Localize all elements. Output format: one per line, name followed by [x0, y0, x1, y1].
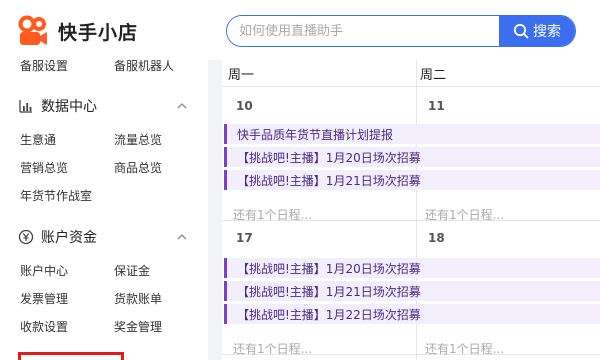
sidebar-section-account-funds[interactable]: 账户资金 — [18, 227, 188, 247]
weekday-header-tuesday: 周二 — [420, 67, 447, 83]
calendar-event[interactable]: 【挑战吧!主播】1月22日场次招募 — [224, 304, 600, 324]
calendar-event[interactable]: 【挑战吧!主播】1月21日场次招募 — [224, 281, 600, 301]
calendar-view: 周一 周二 10 11 快手品质年货节直播计划提报 【挑战吧!主播】1月20日场… — [222, 60, 600, 360]
sidebar-section-data-center[interactable]: 数据中心 — [18, 96, 188, 116]
more-events-link[interactable]: 还有1个日程... — [233, 340, 312, 357]
sidebar-item-deposit[interactable]: 保证金 — [114, 262, 150, 279]
more-events-link[interactable]: 还有1个日程... — [233, 206, 312, 223]
sidebar-item-account-center[interactable]: 账户中心 — [20, 262, 68, 279]
date-cell-number[interactable]: 11 — [428, 99, 445, 113]
calendar-event[interactable]: 快手品质年货节直播计划提报 — [224, 124, 600, 144]
search-button[interactable]: 搜索 — [499, 16, 575, 46]
highlight-box — [18, 352, 124, 360]
top-header: 快手小店 搜索 — [0, 0, 600, 60]
sidebar-item-payment-statement[interactable]: 货款账单 — [114, 290, 162, 307]
calendar-event[interactable]: 【挑战吧!主播】1月20日场次招募 — [224, 258, 600, 278]
yuan-circle-icon — [18, 229, 34, 245]
logo-text: 快手小店 — [58, 21, 139, 44]
date-cell-number[interactable]: 18 — [428, 231, 445, 245]
chart-bar-icon — [18, 98, 34, 114]
sidebar-item-festival-war-room[interactable]: 年货节作战室 — [20, 187, 92, 204]
content-gutter — [208, 60, 222, 360]
sidebar-item-traffic-overview[interactable]: 流量总览 — [114, 131, 162, 148]
sidebar-item-partial-1[interactable]: 备服设置 — [20, 60, 68, 74]
chevron-up-icon — [177, 103, 187, 109]
sidebar-item-shengyitong[interactable]: 生意通 — [20, 131, 56, 148]
date-cell-number[interactable]: 17 — [236, 231, 253, 245]
more-events-link[interactable]: 还有1个日程... — [425, 206, 504, 223]
chevron-up-icon — [177, 234, 187, 240]
search-input[interactable] — [227, 16, 499, 46]
sidebar-item-product-overview[interactable]: 商品总览 — [114, 159, 162, 176]
row-divider — [222, 86, 600, 87]
sidebar-section-title: 账户资金 — [41, 230, 97, 246]
sidebar: 备服设置 备服机器人 数据中心 生意通 流量总览 营销总览 商品总览 年货节作战… — [0, 60, 208, 360]
search-icon — [513, 23, 529, 39]
calendar-event[interactable]: 【挑战吧!主播】1月20日场次招募 — [224, 147, 600, 167]
sidebar-section-title: 数据中心 — [41, 99, 97, 115]
kuaishou-shop-logo[interactable]: 快手小店 — [16, 14, 138, 48]
sidebar-item-collection-settings[interactable]: 收款设置 — [20, 318, 68, 335]
kuaishou-logo-icon — [16, 14, 50, 48]
sidebar-item-bonus-management[interactable]: 奖金管理 — [114, 318, 162, 335]
weekday-header-monday: 周一 — [228, 67, 255, 83]
sidebar-item-invoice-management[interactable]: 发票管理 — [20, 290, 68, 307]
search-button-label: 搜索 — [533, 24, 561, 40]
search-bar: 搜索 — [226, 15, 576, 47]
more-events-link[interactable]: 还有1个日程... — [425, 340, 504, 357]
calendar-event[interactable]: 【挑战吧!主播】1月21日场次招募 — [224, 170, 600, 190]
sidebar-item-marketing-overview[interactable]: 营销总览 — [20, 159, 68, 176]
sidebar-item-partial-2[interactable]: 备服机器人 — [114, 60, 174, 74]
date-cell-number[interactable]: 10 — [236, 99, 253, 113]
